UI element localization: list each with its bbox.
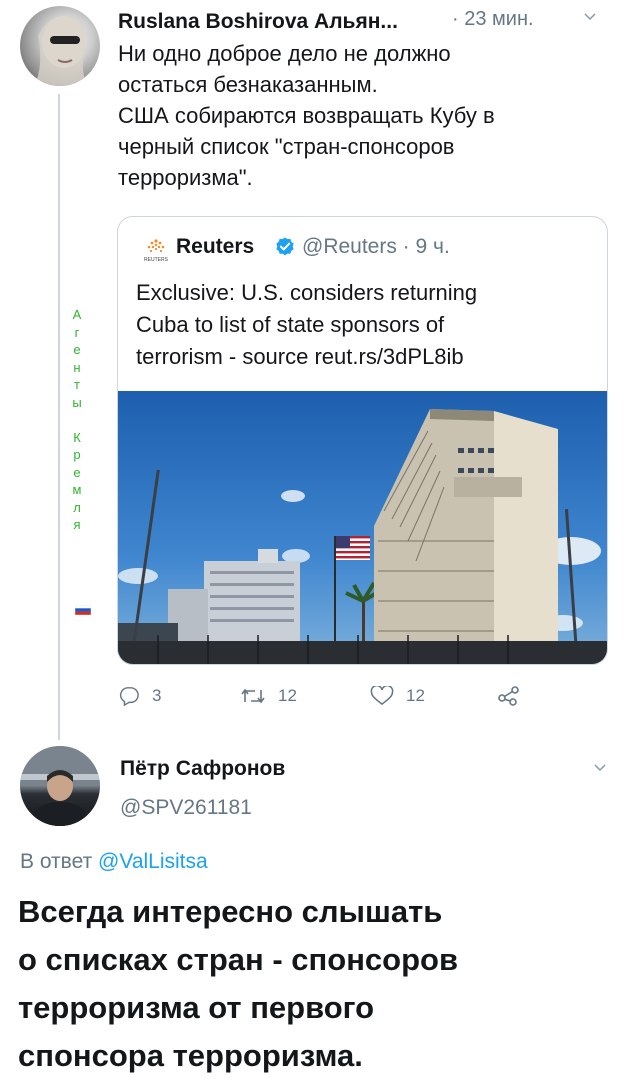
- quoted-tweet-card[interactable]: REUTERS Reuters @Reuters · 9 ч. Exclusiv…: [117, 216, 608, 665]
- avatar-photo: [20, 746, 100, 826]
- russia-flag-icon: [75, 605, 91, 615]
- chevron-down-icon[interactable]: [584, 11, 596, 23]
- reuters-logo-icon: REUTERS: [144, 239, 169, 263]
- side-caption-letter: К: [73, 429, 81, 445]
- avatar[interactable]: [20, 6, 100, 86]
- quoted-author-name[interactable]: Reuters: [176, 235, 254, 259]
- tweet-text-line: остаться безнаказанным.: [118, 72, 378, 97]
- tweet-text-line: черный список "стран-спонсоров: [118, 134, 455, 159]
- reply-text-line: терроризма от первого: [18, 990, 375, 1025]
- embassy-photo[interactable]: [118, 391, 608, 665]
- verified-badge-icon: [276, 237, 294, 256]
- heart-icon: [370, 686, 394, 706]
- quoted-handle-time[interactable]: @Reuters · 9 ч.: [302, 235, 450, 259]
- reply-icon: [119, 687, 139, 706]
- side-caption-letter: ы: [72, 394, 82, 410]
- side-caption-letter: н: [73, 359, 81, 375]
- side-caption-letter: [66, 411, 88, 429]
- reply-text-line: спонсора терроризма.: [18, 1038, 363, 1073]
- in-reply-to: В ответ @ValLisitsa: [20, 850, 208, 874]
- quoted-text-line: terrorism - source reut.rs/3dPL8ib: [136, 344, 464, 369]
- reply-handle[interactable]: @SPV261181: [120, 796, 252, 820]
- tweet-text-line: США собираются возвращать Кубу в: [118, 103, 495, 128]
- chevron-down-icon[interactable]: [594, 762, 606, 774]
- side-caption-letter: т: [74, 377, 80, 392]
- side-caption-letter: р: [73, 447, 81, 462]
- quoted-text-line: Exclusive: U.S. considers returning: [136, 280, 478, 305]
- retweet-action[interactable]: 12: [240, 686, 297, 706]
- reply-text-line: о списках стран - спонсоров: [18, 942, 459, 977]
- in-reply-prefix: В ответ: [20, 850, 99, 873]
- side-caption-letter: е: [73, 342, 81, 357]
- quoted-text: Exclusive: U.S. considers returning Cuba…: [136, 277, 596, 373]
- quoted-text-line: Cuba to list of state sponsors of: [136, 312, 445, 337]
- side-caption-letter: я: [73, 517, 81, 532]
- side-caption-letter: м: [72, 482, 82, 497]
- in-reply-handle-link[interactable]: @ValLisitsa: [98, 850, 208, 873]
- side-caption-letter: л: [73, 499, 81, 515]
- reply-text-line: Всегда интересно слышать: [18, 894, 443, 929]
- side-caption: А г е н т ы К р е м л я: [66, 306, 88, 534]
- tweet-author-name[interactable]: Ruslana Boshirova Альян...: [118, 10, 398, 34]
- tweet-time[interactable]: · 23 мин.: [452, 8, 534, 31]
- thread-line: [58, 94, 60, 740]
- like-count: 12: [406, 686, 425, 705]
- tweet-text-line: Ни одно доброе дело не должно: [118, 41, 451, 66]
- tweet-text: Ни одно доброе дело не должно остаться б…: [118, 38, 598, 193]
- side-caption-letter: г: [74, 324, 80, 340]
- share-icon[interactable]: [498, 686, 520, 706]
- reply-count: 3: [152, 686, 162, 705]
- avatar-photo: [34, 16, 90, 86]
- reply-author-name[interactable]: Пётр Сафронов: [120, 757, 285, 781]
- retweet-count: 12: [278, 686, 297, 705]
- side-caption-letter: А: [72, 307, 82, 322]
- avatar[interactable]: [20, 746, 100, 826]
- tweet-text-line: терроризма".: [118, 165, 253, 190]
- like-action[interactable]: 12: [370, 686, 425, 706]
- us-flag: [336, 536, 370, 560]
- reuters-logo-caption: REUTERS: [144, 257, 169, 263]
- retweet-icon: [241, 688, 265, 704]
- side-caption-letter: е: [73, 464, 81, 480]
- reply-text: Всегда интересно слышать о списках стран…: [18, 888, 618, 1080]
- reply-action[interactable]: 3: [118, 686, 161, 706]
